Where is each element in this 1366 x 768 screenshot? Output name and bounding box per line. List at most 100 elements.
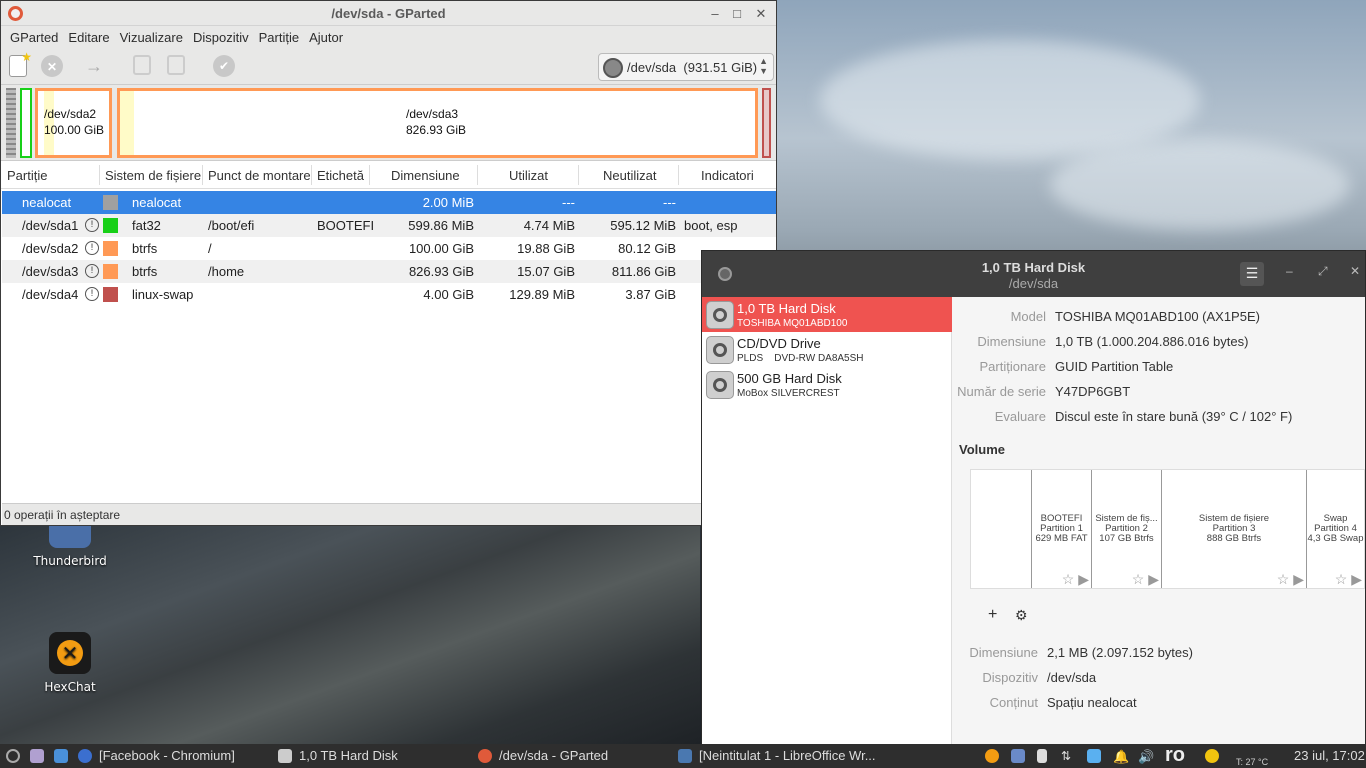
cell-mountpoint: / [208,241,212,256]
desktop-icon-thunderbird[interactable]: Thunderbird [30,520,110,568]
info-icon: ! [85,241,99,255]
map-sda1[interactable] [20,88,32,158]
minimize-button[interactable]: – [705,4,725,24]
volume-seg-3[interactable]: Sistem de fișiere Partition 3 888 GB Btrfs… [1161,470,1306,588]
col-neutilizat[interactable]: Neutilizat [603,168,656,183]
paste-icon[interactable] [167,55,185,75]
volume-seg-4[interactable]: Swap Partition 4 4,3 GB Swap ☆ ▶ [1306,470,1364,588]
task-disks[interactable]: 1,0 TB Hard Disk [299,748,398,763]
volume-seg-1[interactable]: BOOTEFI Partition 1 629 MB FAT ☆ ▶ [1031,470,1091,588]
col-dimensiune[interactable]: Dimensiune [391,168,460,183]
col-indicatori[interactable]: Indicatori [701,168,754,183]
hexchat-tray-icon[interactable] [985,749,999,763]
maximize-button[interactable]: □ [727,4,747,24]
partition-table-header: Partiție Sistem de fișiere Punct de mont… [1,161,776,189]
info-value: Y47DP6GBT [1055,384,1131,399]
col-eticheta[interactable]: Etichetă [317,168,364,183]
clock[interactable]: 23 iul, 17:02 [1294,748,1365,763]
device-name: /dev/sda [627,60,677,75]
desktop-icon-hexchat[interactable]: ✕ HexChat [30,632,110,694]
volume-icon[interactable]: 🔊 [1138,749,1154,764]
close-button[interactable]: ✕ [1350,264,1360,278]
col-utilizat[interactable]: Utilizat [509,168,548,183]
disks-headerbar[interactable]: 1,0 TB Hard Disk /dev/sda ☰ – ⤢ ✕ [702,251,1365,297]
desktop-icon-label: Thunderbird [33,554,107,568]
cell-unused: --- [663,195,676,210]
clipboard-icon[interactable] [1037,749,1047,763]
cell-partition: /dev/sda4 [22,287,79,302]
menu-gparted[interactable]: GParted [5,26,63,49]
menu-vizualizare[interactable]: Vizualizare [115,26,188,49]
new-partition-icon[interactable]: ★ [9,50,32,77]
col-sistem[interactable]: Sistem de fișiere [105,168,201,183]
menu-dispozitiv[interactable]: Dispozitiv [188,26,254,49]
info-icon: ! [85,287,99,301]
weather-icon[interactable] [1205,749,1219,763]
network-icon[interactable]: ⇅ [1061,749,1075,763]
harddisk-icon [603,58,623,78]
files-icon[interactable] [30,749,44,763]
info-key: Dispozitiv [982,670,1038,685]
menu-icon[interactable]: ☰ [1240,262,1264,286]
map-unallocated[interactable] [6,88,16,158]
volume-seg-2[interactable]: Sistem de fiș... Partition 2 107 GB Btrfs ☆… [1091,470,1161,588]
gear-icon[interactable]: ⚙ [1015,607,1028,624]
col-partitie[interactable]: Partiție [7,168,47,183]
info-value: 2,1 MB (2.097.152 bytes) [1047,645,1193,660]
gparted-titlebar[interactable]: /dev/sda - GParted – □ ✕ [1,1,776,26]
col-montare[interactable]: Punct de montare [208,168,311,183]
info-value: Spațiu nealocat [1047,695,1137,710]
minimize-button[interactable]: – [1286,264,1293,278]
info-value: Discul este în stare bună (39° C / 102° … [1055,409,1293,424]
cell-unused: 80.12 GiB [618,241,676,256]
mail-tray-icon[interactable] [1011,749,1025,763]
writer-icon [678,749,692,763]
map-sda2[interactable]: /dev/sda2 100.00 GiB [35,88,112,158]
map-sda3[interactable]: /dev/sda3 826.93 GiB [117,88,758,158]
partition-row[interactable]: /dev/sda3! btrfs/home 826.93 GiB 15.07 GiB 8… [2,260,776,283]
fs-color-swatch [103,195,118,210]
add-partition-icon[interactable]: + [988,606,997,624]
maximize-button[interactable]: ⤢ [1318,264,1328,279]
close-button[interactable]: ✕ [751,4,771,24]
menu-editare[interactable]: Editare [63,26,114,49]
skype-icon[interactable] [1087,749,1101,763]
menu-partitie[interactable]: Partiție [254,26,304,49]
disks-subtitle: /dev/sda [1008,276,1059,291]
info-key: Conținut [989,695,1038,710]
wallpaper-cloud [820,40,1200,160]
info-icon: ! [85,264,99,278]
menu-launcher-icon[interactable] [6,749,20,763]
cell-mountpoint: /home [208,264,245,279]
partition-row[interactable]: /dev/sda2! btrfs / 100.00 GiB 19.88 GiB 80.12… [2,237,776,260]
cell-used: 15.07 GiB [517,264,575,279]
copy-icon[interactable] [133,55,151,75]
keyboard-layout[interactable]: ro [1165,744,1185,767]
volume-seg-unallocated[interactable] [971,470,1031,588]
partition-row[interactable]: /dev/sda4! linux-swap 4.00 GiB 129.89 MiB 3.… [2,283,776,306]
partition-row[interactable]: nealocat nealocat 2.00 MiB --- --- [2,191,776,214]
cell-used: --- [562,195,575,210]
screenshot-icon[interactable] [54,749,68,763]
task-gparted[interactable]: /dev/sda - GParted [499,748,608,763]
status-bar: 0 operații în așteptare [2,503,776,525]
partition-row[interactable]: /dev/sda1! fat32/boot/efi BOOTEFI 599.86 Mi… [2,214,776,237]
cell-filesystem: fat32 [132,218,161,233]
delete-partition-icon[interactable]: ✕ [41,55,63,77]
cell-size: 599.86 MiB [408,218,474,233]
spin-arrows-icon: ▲ ▼ [759,56,768,76]
task-writer[interactable]: [Neintitulat 1 - LibreOffice Wr... [699,748,876,763]
menu-ajutor[interactable]: Ajutor [304,26,348,49]
cell-label: BOOTEFI [317,218,375,233]
map-sda4[interactable] [762,88,771,158]
cell-partition: /dev/sda2 [22,241,79,256]
resize-move-icon[interactable]: → [85,55,109,79]
task-chromium[interactable]: [Facebook - Chromium] [99,748,235,763]
cell-partition: nealocat [22,195,72,210]
fs-color-swatch [103,241,118,256]
cell-size: 4.00 GiB [423,287,474,302]
notification-bell-icon[interactable]: 🔔 [1113,749,1129,764]
apply-icon[interactable]: ✔ [213,55,235,77]
device-selector[interactable]: /dev/sda (931.51 GiB) ▲ ▼ [598,53,774,81]
volume-heading: Volume [959,442,1005,457]
